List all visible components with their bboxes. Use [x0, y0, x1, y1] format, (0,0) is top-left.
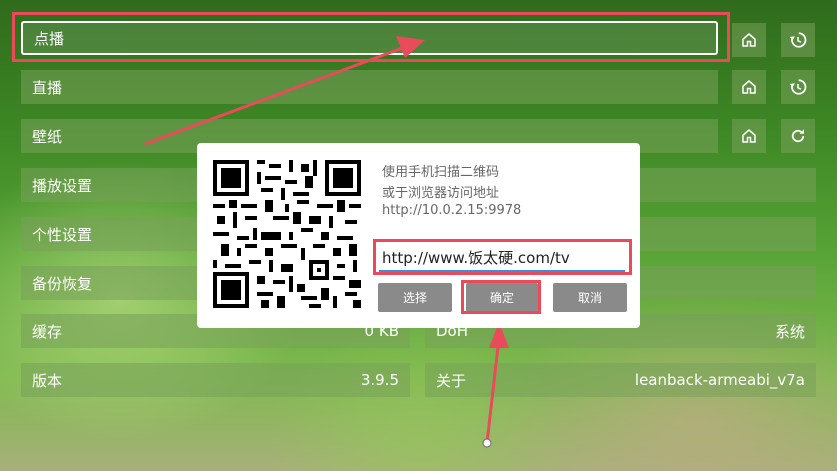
dialog-instruction-line1: 使用手机扫描二维码: [382, 165, 500, 180]
dialog-address: http://10.0.2.15:9978: [382, 203, 522, 218]
qr-code-icon: [213, 160, 361, 308]
remote-config-dialog: 使用手机扫描二维码 或于浏览器访问地址 http://10.0.2.15:997…: [197, 143, 640, 328]
highlight-box-confirm: [461, 280, 541, 314]
highlight-box-url: [373, 239, 632, 275]
cancel-button[interactable]: 取消: [553, 283, 627, 312]
select-button[interactable]: 选择: [378, 283, 452, 312]
dialog-instruction-line2: 或于浏览器访问地址: [382, 186, 500, 201]
